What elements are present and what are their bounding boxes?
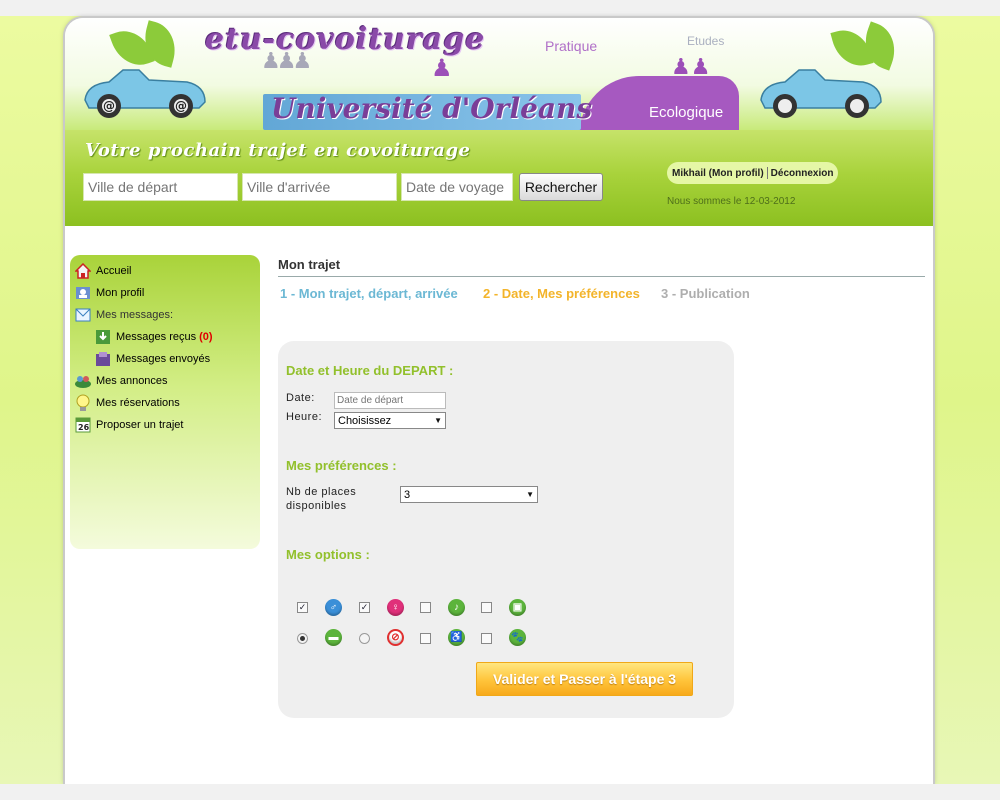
option-smoking-radio[interactable] (297, 633, 308, 644)
sidebar-item-ads[interactable]: Mes annonces (74, 371, 168, 391)
page-title: Mon trajet (278, 257, 341, 272)
options-section-title: Mes options : (286, 547, 370, 562)
person-icon: ♟ (431, 55, 453, 82)
preferences-section-title: Mes préférences : (286, 458, 397, 473)
svg-text:@: @ (103, 99, 115, 113)
top-strip (0, 0, 1000, 16)
hour-select[interactable]: Choisissez ▼ (334, 412, 446, 429)
logout-link[interactable]: Déconnexion (771, 168, 834, 179)
validate-step-button[interactable]: Valider et Passer à l'étape 3 (476, 662, 693, 696)
no-smoking-icon: ⊘ (387, 629, 404, 646)
calendar-icon: 26 (74, 416, 92, 434)
sidebar-item-label: Messages envoyés (116, 353, 211, 365)
current-date: Nous sommes le 12-03-2012 (667, 196, 796, 207)
sidebar: Accueil Mon profil Mes messages: Message… (70, 255, 260, 549)
sidebar-item-label: Proposer un trajet (96, 419, 184, 431)
site-logo[interactable]: etu-covoiturage (205, 22, 485, 57)
university-title: Université d'Orléans (271, 92, 593, 125)
option-wheelchair-checkbox[interactable] (420, 633, 431, 644)
sidebar-item-messages[interactable]: Mes messages: (74, 305, 173, 325)
step-3: 3 - Publication (661, 286, 750, 301)
male-icon: ♂ (325, 599, 342, 616)
option-animal-checkbox[interactable] (481, 633, 492, 644)
seats-label: Nb de places (286, 486, 357, 498)
sidebar-item-reservations[interactable]: Mes réservations (74, 393, 180, 413)
step-1[interactable]: 1 - Mon trajet, départ, arrivée (280, 286, 458, 301)
option-music-checkbox[interactable] (420, 602, 431, 613)
trip-form-panel: Date et Heure du DEPART : Date: Heure: C… (278, 341, 734, 718)
option-no-smoking-radio[interactable] (359, 633, 370, 644)
seats-label-line2: disponibles (286, 500, 347, 512)
sidebar-item-sent[interactable]: Messages envoyés (94, 349, 210, 369)
sidebar-item-propose[interactable]: 26 Proposer un trajet (74, 415, 183, 435)
inbox-icon (94, 328, 112, 346)
luggage-icon: ▣ (509, 599, 526, 616)
home-icon (74, 262, 92, 280)
music-icon: ♪ (448, 599, 465, 616)
page-container: @ @ ♟♟♟ ♟ ♟♟ etu-covoiturage Université … (65, 18, 933, 784)
chevron-down-icon: ▼ (526, 490, 534, 499)
sidebar-item-home[interactable]: Accueil (74, 261, 131, 281)
sidebar-item-label: Mes messages: (96, 309, 174, 321)
car-right-icon (760, 69, 882, 118)
sidebar-item-label: Messages reçus (116, 331, 197, 343)
departure-section-title: Date et Heure du DEPART : (286, 363, 454, 378)
hour-select-value: Choisissez (338, 414, 392, 427)
calendar-number: 26 (78, 423, 90, 432)
mail-icon (74, 306, 92, 324)
animal-icon: 🐾 (509, 629, 526, 646)
divider (766, 167, 768, 179)
sidebar-item-profile[interactable]: Mon profil (74, 283, 144, 303)
word-pratique: Pratique (545, 38, 598, 54)
seats-select-value: 3 (404, 488, 411, 501)
bottom-strip (0, 784, 1000, 800)
sidebar-item-label: Mes annonces (96, 375, 168, 387)
search-title: Votre prochain trajet en covoiturage (85, 140, 471, 161)
received-count-badge: (0) (199, 331, 213, 343)
search-button[interactable]: Rechercher (519, 173, 603, 201)
option-male-checkbox[interactable]: ✓ (297, 602, 308, 613)
search-band: Votre prochain trajet en covoiturage Rec… (65, 130, 933, 226)
sidebar-item-label: Mes réservations (96, 397, 180, 409)
lightbulb-icon (74, 394, 92, 412)
svg-text:@: @ (175, 99, 187, 113)
profile-link[interactable]: Mikhail (Mon profil) (672, 168, 764, 179)
sidebar-item-received[interactable]: Messages reçus (0) (94, 327, 213, 347)
departure-city-input[interactable] (83, 173, 238, 201)
wheelchair-icon: ♿ (448, 629, 465, 646)
user-box: Mikhail (Mon profil) Déconnexion (667, 162, 839, 184)
female-icon: ♀ (387, 599, 404, 616)
date-label: Date: (286, 392, 315, 404)
step-2: 2 - Date, Mes préférences (483, 286, 640, 301)
travel-date-input[interactable] (401, 173, 513, 201)
option-luggage-checkbox[interactable] (481, 602, 492, 613)
car-left-icon: @ @ (84, 69, 206, 118)
header-banner: @ @ ♟♟♟ ♟ ♟♟ etu-covoiturage Université … (65, 18, 933, 136)
profile-icon (74, 284, 92, 302)
chevron-down-icon: ▼ (434, 416, 442, 425)
sidebar-item-label: Mon profil (96, 287, 145, 299)
word-etudes: Etudes (687, 34, 725, 48)
departure-date-input[interactable] (334, 392, 446, 409)
seats-select[interactable]: 3 ▼ (400, 486, 538, 503)
word-ecologique: Ecologique (649, 104, 724, 121)
hour-label: Heure: (286, 411, 323, 423)
smoking-icon: ▬ (325, 629, 342, 646)
outbox-icon (94, 350, 112, 368)
option-female-checkbox[interactable]: ✓ (359, 602, 370, 613)
sidebar-item-label: Accueil (96, 265, 132, 277)
arrival-city-input[interactable] (242, 173, 397, 201)
title-divider (278, 276, 925, 277)
ads-icon (74, 372, 92, 390)
